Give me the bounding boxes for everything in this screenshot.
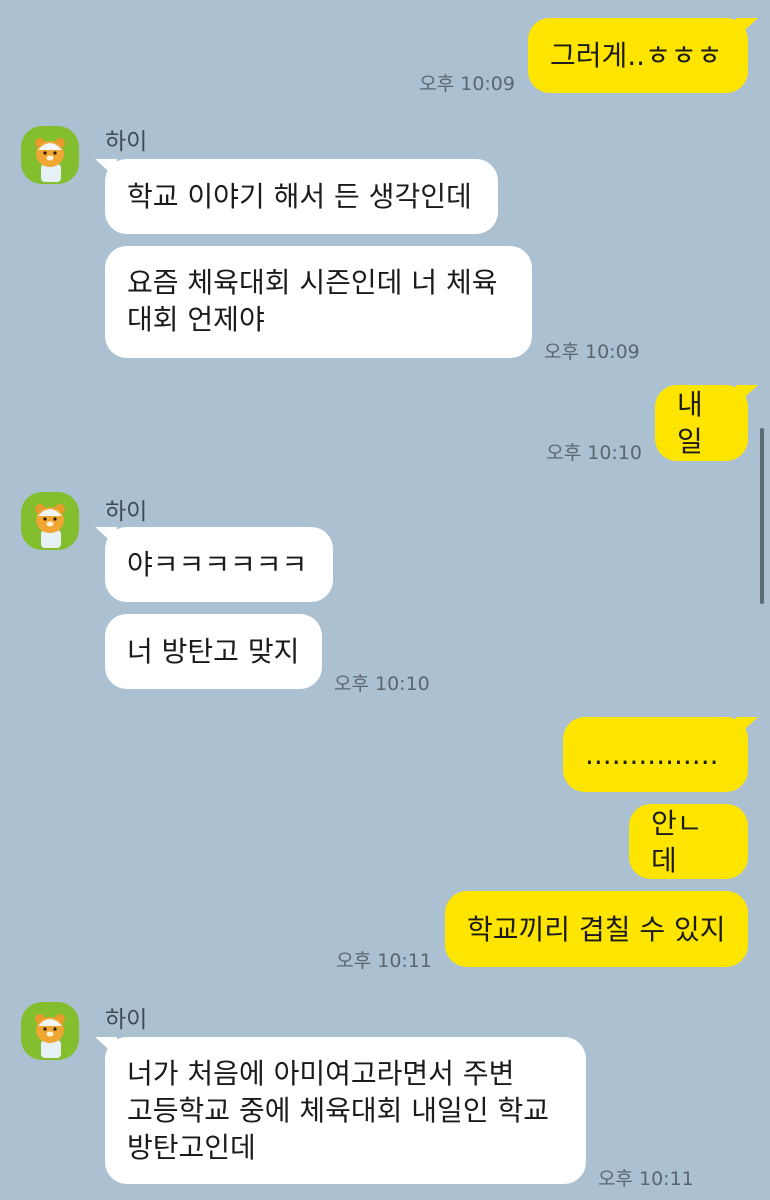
my-message-bubble[interactable]: 학교끼리 겹칠 수 있지 [445, 891, 748, 967]
message-timestamp: 오후 10:10 [334, 673, 430, 695]
contact-message-bubble[interactable]: 너가 처음에 아미여고라면서 주변 고등학교 중에 체육대회 내일인 학교 방탄… [95, 1037, 586, 1184]
contact-avatar[interactable] [21, 492, 79, 550]
contact-name: 하이 [105, 129, 148, 155]
my-message-bubble[interactable]: 안ㄴ데 [629, 804, 748, 879]
ryan-character-icon [35, 504, 65, 548]
ryan-character-icon [35, 1014, 65, 1058]
message-text: 너가 처음에 아미여고라면서 주변 고등학교 중에 체육대회 내일인 학교 방탄… [127, 1057, 550, 1164]
contact-message-bubble[interactable]: 야ㅋㅋㅋㅋㅋㅋ [95, 527, 333, 602]
message-timestamp: 오후 10:10 [546, 442, 642, 464]
message-timestamp: 오후 10:09 [544, 341, 640, 363]
message-text: 그러게..ㅎㅎㅎ [550, 39, 723, 72]
chat-scrollbar[interactable] [760, 428, 764, 604]
message-timestamp: 오후 10:11 [336, 950, 432, 972]
message-text: ............... [585, 738, 719, 771]
message-text: 요즘 체육대회 시즌인데 너 체육 대회 언제야 [127, 266, 498, 336]
message-text: 학교 이야기 해서 든 생각인데 [127, 180, 472, 213]
contact-name: 하이 [105, 499, 148, 525]
contact-name: 하이 [105, 1007, 148, 1033]
my-message-bubble[interactable]: 그러게..ㅎㅎㅎ [528, 18, 758, 93]
contact-message-bubble[interactable]: 너 방탄고 맞지 [105, 614, 322, 689]
contact-avatar[interactable] [21, 1002, 79, 1060]
message-text: 안ㄴ데 [651, 806, 703, 877]
message-text: 학교끼리 겹칠 수 있지 [467, 912, 726, 946]
ryan-character-icon [35, 138, 65, 182]
contact-avatar[interactable] [21, 126, 79, 184]
message-timestamp: 오후 10:09 [419, 73, 515, 95]
message-text: 내일 [677, 388, 703, 458]
message-text: 야ㅋㅋㅋㅋㅋㅋ [127, 548, 308, 581]
message-timestamp: 오후 10:11 [598, 1168, 694, 1190]
message-text: 너 방탄고 맞지 [127, 635, 300, 668]
my-message-bubble[interactable]: ............... [563, 717, 758, 792]
my-message-bubble[interactable]: 내일 [655, 385, 758, 461]
contact-message-bubble[interactable]: 학교 이야기 해서 든 생각인데 [95, 159, 498, 234]
contact-message-bubble[interactable]: 요즘 체육대회 시즌인데 너 체육 대회 언제야 [105, 246, 532, 358]
